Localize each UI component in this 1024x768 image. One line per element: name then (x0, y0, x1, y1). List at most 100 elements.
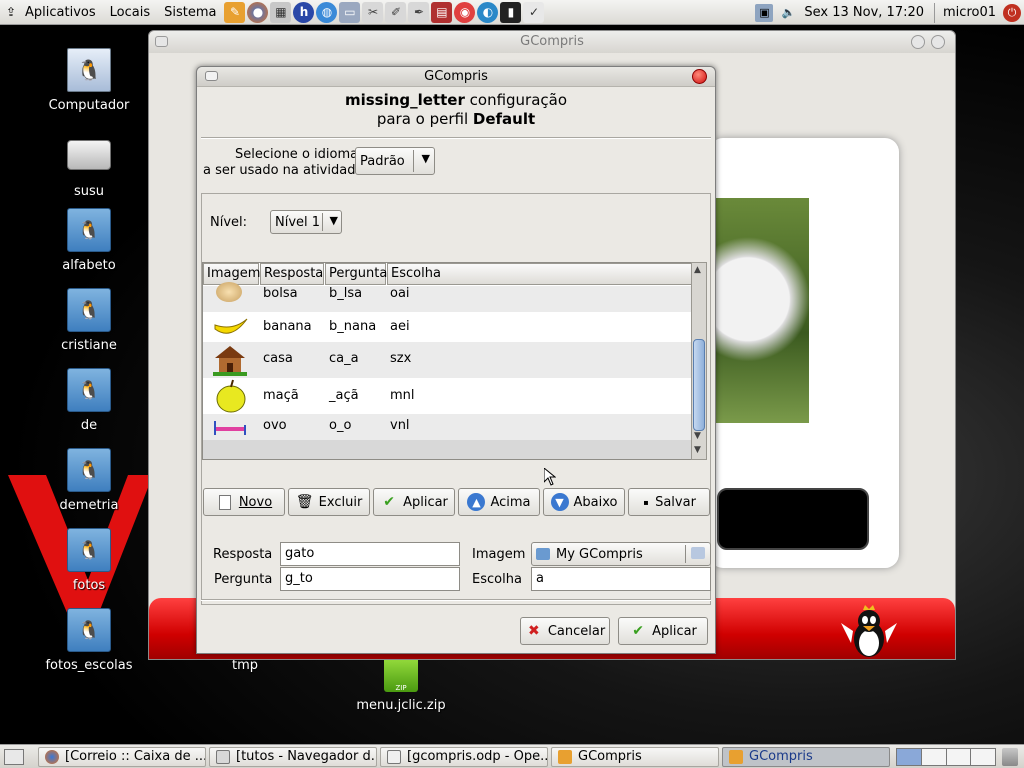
launcher-draw-icon[interactable]: ✎ (224, 1, 246, 23)
table-row[interactable]: banana b_nana aei (203, 312, 694, 342)
network-status-icon[interactable]: ▣ (755, 3, 774, 22)
top-panel: ⇪ Aplicativos Locais Sistema ✎ ● ▦ h ◍ ▭… (0, 0, 1024, 25)
level-select[interactable]: Nível 1 ▼ (270, 210, 342, 234)
scroll-down-icon-2[interactable]: ▼ (694, 445, 701, 455)
dialog-titlebar[interactable]: GCompris (197, 67, 715, 87)
table-row[interactable]: maçã _açã mnl (203, 378, 694, 414)
taskbar-item-gcompris-1[interactable]: GCompris (551, 747, 719, 767)
launcher-pen-icon[interactable]: ✒ (408, 1, 430, 23)
desktop-icon-susu[interactable]: susu (44, 134, 134, 199)
config-dialog: GCompris missing_letter configuração par… (196, 66, 716, 654)
salvar-button[interactable]: ▪ Salvar (628, 488, 710, 516)
main-window-minimize-button[interactable] (911, 35, 925, 49)
language-select-value: Padrão (360, 153, 405, 169)
scroll-up-icon[interactable]: ▲ (694, 265, 701, 275)
launcher-terminal-icon[interactable]: ▮ (500, 1, 522, 23)
aplicar-item-button[interactable]: ✔ Aplicar (373, 488, 455, 516)
zip-file-icon: ZIP (384, 656, 418, 692)
trash-icon[interactable] (1002, 748, 1018, 766)
acima-button[interactable]: ▲ Acima (458, 488, 540, 516)
desktop-icon-menu-jclic-zip[interactable]: ZIP menu.jclic.zip (356, 656, 446, 713)
scrollbar-thumb[interactable] (693, 339, 705, 431)
taskbar-item-correio[interactable]: [Correio :: Caixa de ... (38, 747, 206, 767)
desktop-icon-fotos[interactable]: 🐧 fotos (44, 528, 134, 593)
language-select[interactable]: Padrão ▼ (355, 147, 435, 175)
launcher-hp-icon[interactable]: h (293, 1, 315, 23)
desktop-icon-label: demetria (59, 498, 119, 513)
document-icon (387, 750, 401, 764)
user-switcher[interactable]: micro01 (943, 5, 996, 20)
workspace-2[interactable] (921, 749, 947, 765)
main-window-title: GCompris (520, 34, 584, 49)
tux-mascot-icon[interactable] (839, 603, 899, 659)
items-table[interactable]: Imagem Resposta Pergunta Escolha bolsa b… (202, 262, 696, 460)
workspace-1[interactable] (897, 749, 922, 765)
cell-escolha: vnl (390, 418, 410, 433)
dialog-close-button[interactable] (692, 69, 707, 84)
table-row[interactable]: casa ca_a szx (203, 342, 694, 378)
dialog-heading: missing_letter configuração para o perfi… (197, 91, 715, 129)
launcher-firefox-icon[interactable]: ● (247, 1, 269, 23)
launcher-calculator-icon[interactable]: ▦ (270, 1, 292, 23)
taskbar-item-tutos[interactable]: [tutos - Navegador d... (209, 747, 377, 767)
cell-escolha: oai (390, 286, 410, 301)
launcher-paint-icon[interactable]: ✐ (385, 1, 407, 23)
column-header-resposta[interactable]: Resposta (260, 263, 324, 285)
taskbar-item-gcompris-odp[interactable]: [gcompris.odp - Ope... (380, 747, 548, 767)
main-window-maximize-button[interactable] (931, 35, 945, 49)
desktop-icon-label: cristiane (61, 338, 117, 353)
launcher-network-icon[interactable]: ◐ (477, 1, 499, 23)
desktop-icon-de[interactable]: 🐧 de (44, 368, 134, 433)
clock[interactable]: Sex 13 Nov, 17:20 (804, 5, 924, 20)
resposta-field[interactable]: gato (280, 542, 460, 566)
desktop-icon-fotos-escolas[interactable]: 🐧 fotos_escolas (44, 608, 134, 673)
launcher-spreadsheet-icon[interactable]: ▤ (431, 1, 453, 23)
workspace-3[interactable] (946, 749, 972, 765)
launcher-gcompris-icon[interactable]: ◉ (454, 1, 476, 23)
pergunta-field[interactable]: g_to (280, 567, 460, 591)
launcher-monitor-icon[interactable]: ▭ (339, 1, 361, 23)
launcher-editor-icon[interactable]: ✓ (523, 1, 545, 23)
launcher-globe-icon[interactable]: ◍ (316, 1, 338, 23)
new-file-icon (216, 493, 234, 511)
show-desktop-icon[interactable] (4, 749, 24, 765)
menu-aplicativos[interactable]: Aplicativos (18, 5, 103, 20)
scroll-down-icon[interactable]: ▼ (694, 431, 701, 441)
workspace-switcher[interactable] (896, 748, 996, 766)
desktop-icon-computador[interactable]: 🐧 Computador (44, 48, 134, 113)
volume-icon[interactable]: 🔈 (779, 4, 797, 22)
menu-sistema[interactable]: Sistema (157, 5, 223, 20)
table-row[interactable]: ovo o_o vnl (203, 414, 694, 440)
table-scrollbar[interactable]: ▲ ▼ ▼ (691, 262, 707, 460)
activity-name: missing_letter (344, 91, 465, 109)
table-row[interactable]: bolsa b_lsa oai (203, 282, 694, 312)
launcher-tool-icon[interactable]: ✂ (362, 1, 384, 23)
cancel-button[interactable]: ✖ Cancelar (520, 617, 610, 645)
dropdown-divider (685, 545, 686, 563)
desktop-icon-cristiane[interactable]: 🐧 cristiane (44, 288, 134, 353)
level-label: Nível: (210, 215, 248, 230)
taskbar-item-gcompris-2[interactable]: GCompris (722, 747, 890, 767)
shutdown-icon[interactable]: ⏻ (1003, 3, 1021, 22)
dialog-menu-button[interactable] (205, 71, 218, 81)
desktop-icon-demetria[interactable]: 🐧 demetria (44, 448, 134, 513)
workspace-4[interactable] (971, 749, 995, 765)
imagem-file-chooser[interactable]: My GCompris (531, 542, 711, 566)
bag-icon (216, 282, 242, 302)
main-window-titlebar[interactable]: GCompris (149, 31, 955, 53)
column-header-pergunta[interactable]: Pergunta (325, 263, 387, 285)
folder-icon: 🐧 (67, 288, 111, 332)
menu-locais[interactable]: Locais (103, 5, 157, 20)
novo-button[interactable]: Novo (203, 488, 285, 516)
cell-pergunta: b_nana (329, 319, 377, 334)
apply-button[interactable]: ✔ Aplicar (618, 617, 708, 645)
escolha-field[interactable]: a (531, 567, 711, 591)
dropdown-divider (413, 150, 414, 172)
abaixo-button[interactable]: ▼ Abaixo (543, 488, 625, 516)
dropdown-divider (322, 213, 323, 231)
desktop-icon-alfabeto[interactable]: 🐧 alfabeto (44, 208, 134, 273)
excluir-button[interactable]: 🗑 Excluir (288, 488, 370, 516)
main-window-menu-button[interactable] (155, 36, 168, 47)
column-header-escolha[interactable]: Escolha (387, 263, 692, 285)
cell-resposta: banana (263, 319, 312, 334)
